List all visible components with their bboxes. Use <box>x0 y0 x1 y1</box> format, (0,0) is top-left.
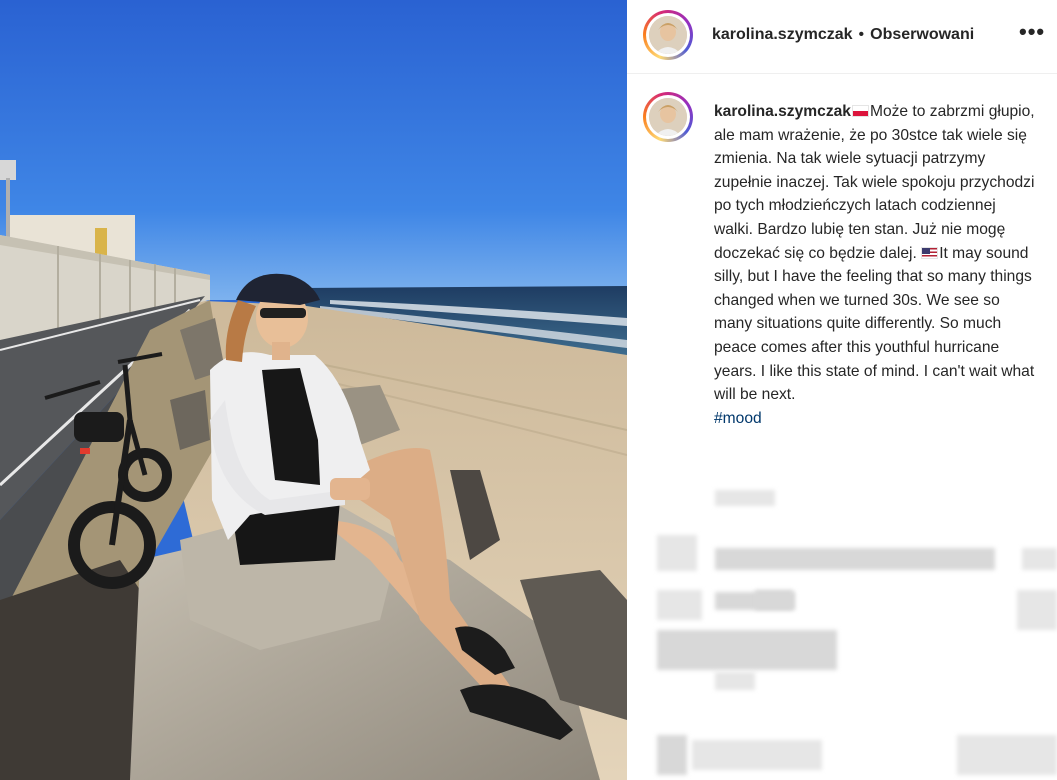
follow-state-button[interactable]: Obserwowani <box>870 26 974 43</box>
more-options-icon[interactable]: ••• <box>1019 21 1045 43</box>
caption-username[interactable]: karolina.szymczak <box>714 103 851 120</box>
hashtag-link[interactable]: #mood <box>714 410 762 427</box>
avatar-image <box>649 16 687 54</box>
separator-dot: • <box>858 26 865 43</box>
poland-flag-icon <box>851 105 869 117</box>
header-info: karolina.szymczak • Obserwowani <box>712 26 974 44</box>
post-sidebar: karolina.szymczak • Obserwowani ••• karoli… <box>627 0 1057 780</box>
caption-polish-text: Może to zabrzmi głupio, ale mam wrażenie… <box>714 103 1035 262</box>
avatar-image <box>649 98 687 136</box>
caption-avatar[interactable] <box>643 92 693 142</box>
beach-photo <box>0 0 627 780</box>
usa-flag-icon <box>921 246 939 259</box>
caption-english-text: It may sound silly, but I have the feeli… <box>714 244 1035 404</box>
post-caption: karolina.szymczak Może to zabrzmi głupio,… <box>714 100 1039 430</box>
post-photo[interactable] <box>0 0 627 780</box>
header-avatar[interactable] <box>643 10 693 60</box>
post-header: karolina.szymczak • Obserwowani ••• <box>627 0 1057 74</box>
header-username[interactable]: karolina.szymczak <box>712 26 853 43</box>
